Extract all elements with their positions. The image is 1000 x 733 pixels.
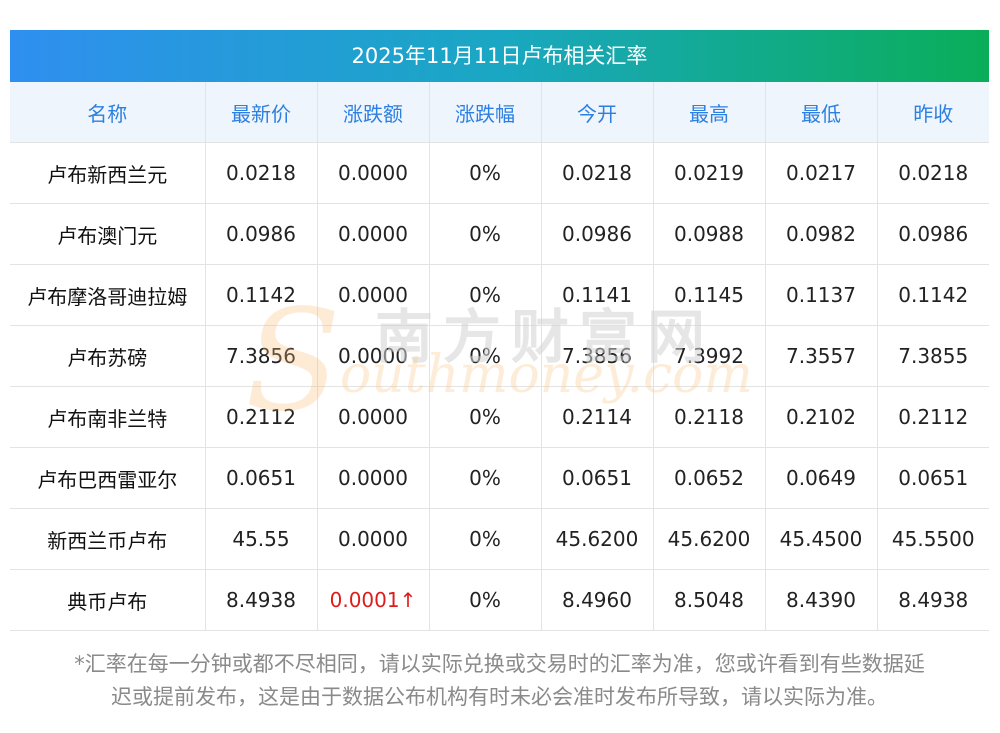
cell-prev: 45.5500 bbox=[876, 508, 989, 570]
cell-name: 卢布摩洛哥迪拉姆 bbox=[10, 264, 206, 326]
cell-low: 0.0649 bbox=[764, 447, 878, 509]
cell-change: 0.0000 bbox=[316, 508, 430, 570]
cell-latest: 0.2112 bbox=[204, 386, 318, 448]
cell-change: 0.0000 bbox=[316, 447, 430, 509]
cell-high: 0.0988 bbox=[652, 203, 766, 265]
table-title: 2025年11月11日卢布相关汇率 bbox=[10, 30, 989, 82]
cell-latest: 45.55 bbox=[204, 508, 318, 570]
cell-change: 0.0000 bbox=[316, 142, 430, 204]
cell-prev: 7.3855 bbox=[876, 325, 989, 387]
table-row: 典币卢布 8.4938 0.0001↑ 0% 8.4960 8.5048 8.4390 8.4… bbox=[10, 569, 989, 631]
table-row: 卢布南非兰特 0.2112 0.0000 0% 0.2114 0.2118 0.2102 0.… bbox=[10, 386, 989, 448]
cell-name: 卢布苏磅 bbox=[10, 325, 206, 387]
cell-open: 0.2114 bbox=[540, 386, 654, 448]
col-header-change: 涨跌额 bbox=[316, 82, 430, 143]
cell-open: 0.1141 bbox=[540, 264, 654, 326]
cell-latest: 8.4938 bbox=[204, 569, 318, 631]
cell-low: 8.4390 bbox=[764, 569, 878, 631]
cell-high: 7.3992 bbox=[652, 325, 766, 387]
cell-high: 45.6200 bbox=[652, 508, 766, 570]
disclaimer-line-2: 迟或提前发布，这是由于数据公布机构有时未必会准时发布所导致，请以实际为准。 bbox=[111, 685, 888, 709]
cell-high: 0.2118 bbox=[652, 386, 766, 448]
disclaimer-line-1: *汇率在每一分钟或都不尽相同，请以实际兑换或交易时的汇率为准，您或许看到有些数据… bbox=[74, 652, 925, 676]
cell-latest: 0.0651 bbox=[204, 447, 318, 509]
cell-high: 8.5048 bbox=[652, 569, 766, 631]
cell-open: 0.0986 bbox=[540, 203, 654, 265]
cell-pct: 0% bbox=[428, 264, 542, 326]
cell-pct: 0% bbox=[428, 569, 542, 631]
cell-name: 新西兰币卢布 bbox=[10, 508, 206, 570]
col-header-latest: 最新价 bbox=[204, 82, 318, 143]
cell-open: 45.6200 bbox=[540, 508, 654, 570]
cell-prev: 0.0986 bbox=[876, 203, 989, 265]
cell-change: 0.0000 bbox=[316, 264, 430, 326]
col-header-prev: 昨收 bbox=[876, 82, 989, 143]
rate-table: 名称 最新价 涨跌额 涨跌幅 今开 最高 最低 昨收 卢布新西兰元 0.0218 0… bbox=[10, 82, 989, 631]
cell-pct: 0% bbox=[428, 142, 542, 204]
col-header-high: 最高 bbox=[652, 82, 766, 143]
table-row: 卢布新西兰元 0.0218 0.0000 0% 0.0218 0.0219 0.0217 0.… bbox=[10, 142, 989, 204]
cell-name: 卢布澳门元 bbox=[10, 203, 206, 265]
table-row: 新西兰币卢布 45.55 0.0000 0% 45.6200 45.6200 45.4500… bbox=[10, 508, 989, 570]
col-header-name: 名称 bbox=[10, 82, 206, 143]
cell-prev: 0.2112 bbox=[876, 386, 989, 448]
cell-high: 0.1145 bbox=[652, 264, 766, 326]
cell-pct: 0% bbox=[428, 386, 542, 448]
cell-low: 0.2102 bbox=[764, 386, 878, 448]
cell-name: 典币卢布 bbox=[10, 569, 206, 631]
cell-open: 0.0218 bbox=[540, 142, 654, 204]
cell-open: 7.3856 bbox=[540, 325, 654, 387]
table-row: 卢布摩洛哥迪拉姆 0.1142 0.0000 0% 0.1141 0.1145 0.1137… bbox=[10, 264, 989, 326]
cell-low: 45.4500 bbox=[764, 508, 878, 570]
cell-change: 0.0000 bbox=[316, 203, 430, 265]
cell-name: 卢布巴西雷亚尔 bbox=[10, 447, 206, 509]
cell-pct: 0% bbox=[428, 447, 542, 509]
cell-low: 0.1137 bbox=[764, 264, 878, 326]
cell-change: 0.0000 bbox=[316, 325, 430, 387]
cell-pct: 0% bbox=[428, 203, 542, 265]
cell-pct: 0% bbox=[428, 508, 542, 570]
table-row: 卢布澳门元 0.0986 0.0000 0% 0.0986 0.0988 0.0982 0.0… bbox=[10, 203, 989, 265]
header-row: 名称 最新价 涨跌额 涨跌幅 今开 最高 最低 昨收 bbox=[10, 82, 989, 143]
cell-name: 卢布新西兰元 bbox=[10, 142, 206, 204]
rate-table-container: 2025年11月11日卢布相关汇率 名称 最新价 涨跌额 涨跌幅 今开 最高 最… bbox=[10, 30, 989, 631]
cell-latest: 7.3856 bbox=[204, 325, 318, 387]
cell-prev: 0.0651 bbox=[876, 447, 989, 509]
cell-change: 0.0001↑ bbox=[316, 569, 430, 631]
col-header-low: 最低 bbox=[764, 82, 878, 143]
cell-change: 0.0000 bbox=[316, 386, 430, 448]
cell-open: 8.4960 bbox=[540, 569, 654, 631]
cell-open: 0.0651 bbox=[540, 447, 654, 509]
cell-low: 0.0982 bbox=[764, 203, 878, 265]
cell-prev: 0.0218 bbox=[876, 142, 989, 204]
cell-latest: 0.1142 bbox=[204, 264, 318, 326]
cell-latest: 0.0986 bbox=[204, 203, 318, 265]
cell-high: 0.0219 bbox=[652, 142, 766, 204]
cell-pct: 0% bbox=[428, 325, 542, 387]
cell-low: 0.0217 bbox=[764, 142, 878, 204]
col-header-open: 今开 bbox=[540, 82, 654, 143]
cell-prev: 8.4938 bbox=[876, 569, 989, 631]
cell-prev: 0.1142 bbox=[876, 264, 989, 326]
cell-low: 7.3557 bbox=[764, 325, 878, 387]
cell-latest: 0.0218 bbox=[204, 142, 318, 204]
col-header-pct: 涨跌幅 bbox=[428, 82, 542, 143]
cell-high: 0.0652 bbox=[652, 447, 766, 509]
table-row: 卢布苏磅 7.3856 0.0000 0% 7.3856 7.3992 7.3557 7.38… bbox=[10, 325, 989, 387]
disclaimer-note: *汇率在每一分钟或都不尽相同，请以实际兑换或交易时的汇率为准，您或许看到有些数据… bbox=[10, 648, 989, 714]
table-row: 卢布巴西雷亚尔 0.0651 0.0000 0% 0.0651 0.0652 0.0649 0… bbox=[10, 447, 989, 509]
cell-name: 卢布南非兰特 bbox=[10, 386, 206, 448]
